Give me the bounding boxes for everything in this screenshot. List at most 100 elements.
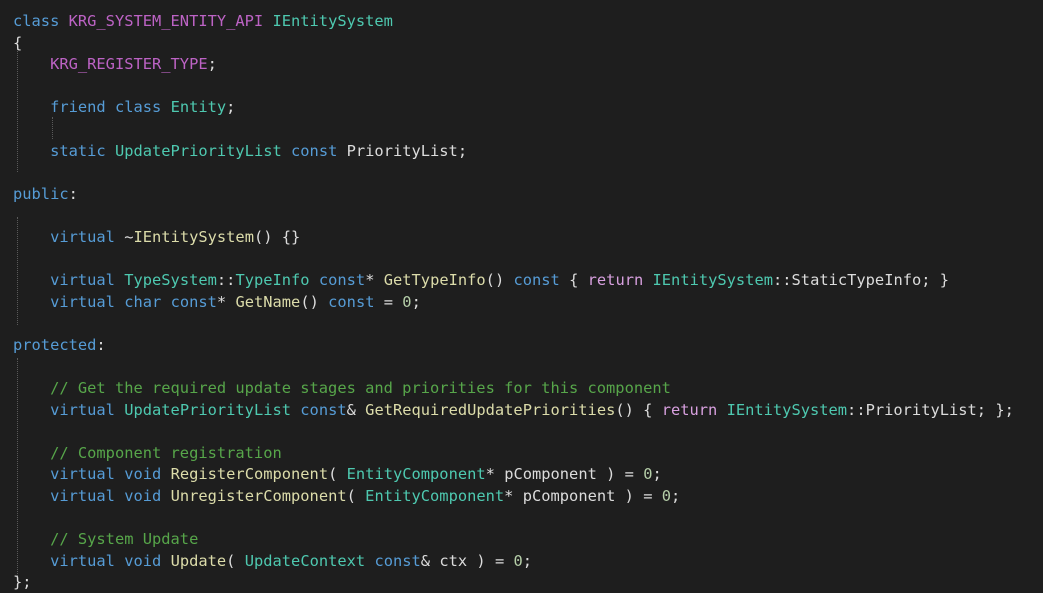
code-line[interactable]	[13, 357, 1014, 379]
code-token-keyword: protected	[13, 335, 97, 354]
code-token-default: ;	[226, 98, 236, 117]
code-token-default: PriorityList	[346, 141, 458, 160]
code-line[interactable]	[13, 162, 1014, 184]
code-line[interactable]: virtual ~IEntitySystem() {}	[13, 227, 1014, 249]
code-token-default: ;	[652, 465, 662, 484]
code-token-type: UpdatePriorityList	[114, 141, 292, 160]
code-token-function: RegisterComponent	[170, 465, 329, 484]
code-token-number: 0	[513, 551, 523, 570]
code-token-default: *	[504, 487, 523, 506]
code-token-default: pComponent	[504, 465, 607, 484]
code-token-keyword: virtual	[50, 487, 125, 506]
code-line[interactable]	[13, 119, 1014, 141]
code-token-default	[13, 142, 50, 160]
code-token-default	[13, 98, 50, 116]
code-token-default: &	[420, 551, 440, 570]
code-token-macro: KRG_REGISTER_TYPE	[50, 55, 208, 74]
code-token-keyword: virtual	[50, 271, 125, 290]
code-editor[interactable]: class KRG_SYSTEM_ENTITY_API IEntitySyste…	[0, 0, 1043, 593]
code-token-keyword: class	[114, 98, 171, 117]
code-line[interactable]	[13, 508, 1014, 530]
code-token-default: ;	[207, 55, 217, 74]
code-text[interactable]: class KRG_SYSTEM_ENTITY_API IEntitySyste…	[13, 11, 1014, 593]
code-token-keyword: virtual	[50, 400, 125, 419]
code-token-number: 0	[402, 292, 412, 311]
code-token-default: };	[13, 573, 32, 592]
code-token-type: IEntitySystem	[652, 271, 773, 290]
code-token-default: ctx	[439, 551, 477, 570]
code-token-type: EntityComponent	[346, 465, 486, 484]
code-token-number: 0	[661, 487, 672, 506]
code-token-keyword: class	[13, 12, 69, 30]
code-token-default	[13, 465, 50, 483]
code-token-keyword: public	[13, 184, 69, 203]
code-line[interactable]	[13, 313, 1014, 335]
code-token-default: pComponent	[522, 487, 625, 506]
code-token-keyword: const	[318, 271, 366, 290]
code-token-function: GetRequiredUpdatePriorities	[365, 400, 616, 419]
code-token-default: {	[569, 271, 588, 290]
code-token-keyword: void	[124, 551, 171, 570]
code-token-default: (	[346, 487, 366, 506]
code-token-comment: // Component registration	[50, 443, 282, 462]
code-line[interactable]: friend class Entity;	[13, 97, 1014, 119]
code-line[interactable]: static UpdatePriorityList const Priority…	[13, 141, 1014, 163]
code-token-keyword: virtual	[50, 551, 125, 570]
code-token-default	[13, 379, 50, 397]
code-token-default: PriorityList	[865, 400, 977, 419]
code-line[interactable]: virtual char const* GetName() const = 0;	[13, 292, 1014, 314]
code-line[interactable]	[13, 76, 1014, 98]
code-line[interactable]: virtual void RegisterComponent( EntityCo…	[13, 464, 1014, 486]
code-line[interactable]	[13, 205, 1014, 227]
code-line[interactable]: // Get the required update stages and pr…	[13, 378, 1014, 400]
code-line[interactable]	[13, 421, 1014, 443]
code-token-control-keyword: return	[661, 400, 727, 419]
code-token-default: =	[383, 292, 403, 311]
code-token-default: StaticTypeInfo	[791, 271, 922, 290]
code-token-keyword: void	[124, 487, 171, 506]
code-token-default: :	[96, 335, 106, 354]
code-token-default: ; };	[976, 400, 1014, 419]
code-line[interactable]	[13, 249, 1014, 271]
code-token-default: (	[226, 551, 245, 570]
code-token-default: () {	[615, 400, 662, 419]
code-line[interactable]: };	[13, 572, 1014, 593]
code-token-default: :	[68, 184, 78, 203]
code-token-default: (	[328, 465, 347, 484]
code-line[interactable]: class KRG_SYSTEM_ENTITY_API IEntitySyste…	[13, 11, 1014, 33]
code-token-default: ()	[300, 292, 329, 311]
code-line[interactable]: virtual void UnregisterComponent( Entity…	[13, 486, 1014, 508]
code-token-keyword: const	[513, 271, 570, 290]
code-token-default	[13, 55, 50, 73]
code-line[interactable]: protected:	[13, 335, 1014, 357]
code-token-comment: // Get the required update stages and pr…	[50, 379, 671, 398]
code-token-keyword: const	[374, 551, 421, 570]
code-token-default: &	[346, 400, 366, 419]
code-line[interactable]: virtual UpdatePriorityList const& GetReq…	[13, 400, 1014, 422]
code-token-type: TypeInfo	[235, 271, 319, 290]
code-token-keyword: virtual	[50, 227, 125, 246]
code-token-default: ) =	[606, 465, 644, 484]
code-token-default	[13, 271, 50, 289]
code-token-default: ()	[485, 271, 514, 290]
code-line[interactable]: KRG_REGISTER_TYPE;	[13, 54, 1014, 76]
code-token-default: ::	[216, 271, 236, 290]
code-token-control-keyword: return	[587, 271, 653, 290]
code-line[interactable]: // System Update	[13, 529, 1014, 551]
code-line[interactable]: // Component registration	[13, 443, 1014, 465]
code-token-default: *	[216, 292, 236, 311]
code-token-default: () {}	[253, 227, 301, 246]
code-line[interactable]: {	[13, 33, 1014, 55]
code-line[interactable]: virtual void Update( UpdateContext const…	[13, 551, 1014, 573]
code-token-default: ;	[671, 487, 681, 506]
code-token-keyword: virtual	[50, 465, 125, 484]
code-token-function: GetName	[235, 292, 301, 311]
code-token-keyword: const	[328, 292, 384, 311]
code-line[interactable]: public:	[13, 184, 1014, 206]
code-token-keyword: const	[170, 292, 217, 311]
code-token-default	[13, 444, 50, 462]
code-line[interactable]: virtual TypeSystem::TypeInfo const* GetT…	[13, 270, 1014, 292]
code-token-default: *	[365, 271, 384, 290]
code-token-default: {	[13, 33, 23, 52]
code-token-keyword: const	[291, 141, 347, 160]
